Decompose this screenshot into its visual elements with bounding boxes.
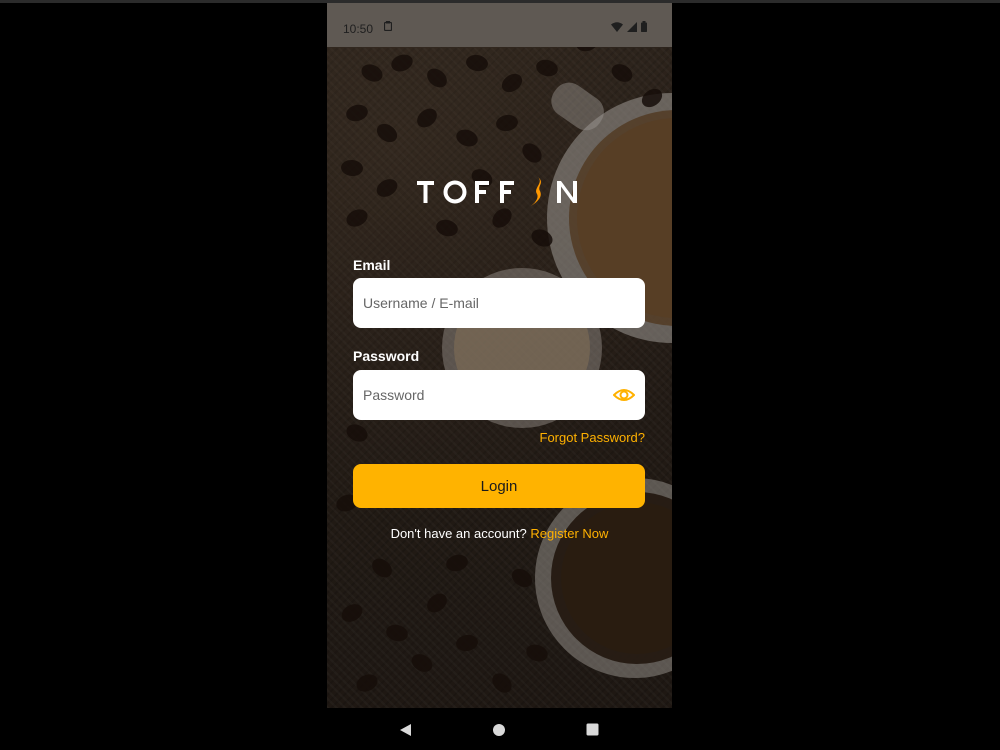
cellular-signal-icon <box>627 21 637 32</box>
phone-screen: 10:50 Email Username / E-mail Password F… <box>327 3 672 750</box>
email-label: Email <box>353 257 391 273</box>
eye-icon[interactable] <box>612 386 636 404</box>
home-icon[interactable] <box>492 723 506 742</box>
status-time: 10:50 <box>343 22 374 36</box>
battery-icon <box>641 21 647 32</box>
status-bar: 10:50 <box>327 3 672 47</box>
email-field-container <box>353 278 645 328</box>
register-prompt-text: Don't have an account? <box>390 526 527 541</box>
status-icons <box>611 21 647 32</box>
clipboard-icon <box>383 20 393 34</box>
toffin-logo <box>417 174 587 210</box>
password-field[interactable] <box>353 370 583 420</box>
register-prompt: Don't have an account? Register Now <box>327 526 672 541</box>
password-field-container <box>353 370 645 420</box>
email-field[interactable] <box>353 278 583 328</box>
login-button[interactable]: Login <box>353 464 645 508</box>
forgot-password-link[interactable]: Forgot Password? <box>540 430 646 445</box>
login-screen: 10:50 Email Username / E-mail Password F… <box>327 3 672 708</box>
password-label: Password <box>353 348 420 364</box>
wifi-icon <box>611 21 623 32</box>
register-now-link[interactable]: Register Now <box>530 526 608 541</box>
recents-icon[interactable] <box>586 723 599 741</box>
back-icon[interactable] <box>398 723 412 742</box>
system-nav-bar <box>327 708 672 750</box>
